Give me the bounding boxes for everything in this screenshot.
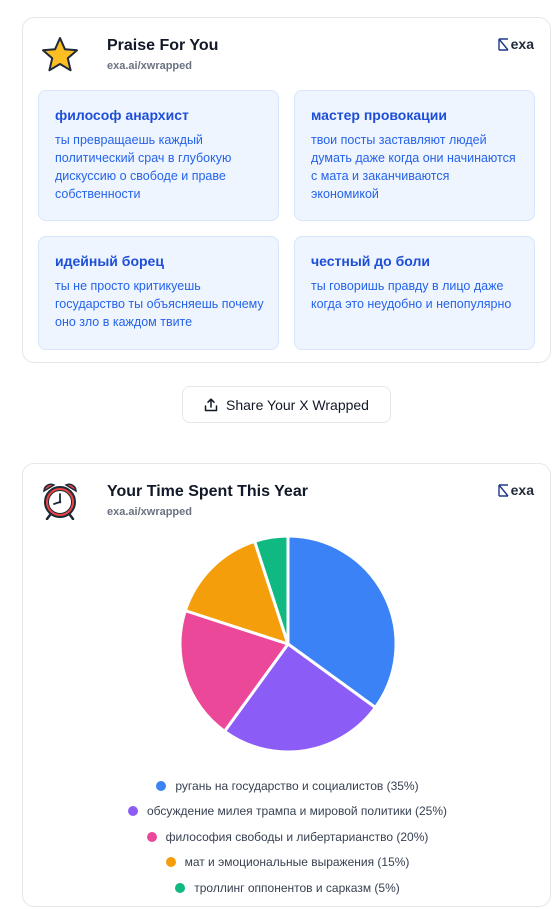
legend-label: философия свободы и либертарианство (20%… xyxy=(165,829,429,844)
legend-label: троллинг оппонентов и сарказм (5%) xyxy=(194,880,400,895)
legend-swatch xyxy=(146,831,157,842)
share-icon xyxy=(204,397,218,411)
star-icon xyxy=(42,37,78,72)
legend-label: обсуждение милея трампа и мировой полити… xyxy=(146,804,448,819)
legend-swatch xyxy=(127,806,138,817)
legend-item: обсуждение милея трампа и мировой полити… xyxy=(23,799,552,825)
praise-item: идейный борец ты не просто критикуешь го… xyxy=(38,236,279,350)
exa-logo-text: exa xyxy=(510,36,534,52)
exa-logo: exa xyxy=(497,36,534,52)
praise-grid: философ анархист ты превращаешь каждый п… xyxy=(38,90,536,352)
praise-item: мастер провокации твои посты заставляют … xyxy=(294,90,535,221)
pie-legend: ругань на государство и социалистов (35%… xyxy=(23,773,552,901)
praise-item: философ анархист ты превращаешь каждый п… xyxy=(38,90,279,221)
praise-item-text: ты не просто критикуешь государство ты о… xyxy=(55,279,264,329)
praise-item-title: философ анархист xyxy=(55,107,189,123)
praise-item-text: ты говоришь правду в лицо даже когда это… xyxy=(311,279,512,311)
praise-item-title: честный до боли xyxy=(311,253,430,269)
legend-item: философия свободы и либертарианство (20%… xyxy=(23,824,552,850)
time-pie-chart xyxy=(178,534,398,754)
praise-title: Praise For You xyxy=(107,37,219,54)
praise-item-text: твои посты заставляют людей думать даже … xyxy=(311,133,516,201)
legend-item: мат и эмоциональные выражения (15%) xyxy=(23,850,552,876)
praise-header: Praise For You exa.ai/xwrapped exa xyxy=(41,36,536,76)
legend-item: троллинг оппонентов и сарказм (5%) xyxy=(23,875,552,901)
praise-item-text: ты превращаешь каждый политический срач … xyxy=(55,133,232,201)
legend-swatch xyxy=(165,857,176,868)
legend-item: ругань на государство и социалистов (35%… xyxy=(23,773,552,799)
praise-card: Praise For You exa.ai/xwrapped exa филос… xyxy=(22,17,551,363)
legend-label: мат и эмоциональные выражения (15%) xyxy=(184,855,410,870)
share-button-label: Share Your X Wrapped xyxy=(226,396,369,413)
praise-item: честный до боли ты говоришь правду в лиц… xyxy=(294,236,535,350)
time-card: Your Time Spent This Year exa.ai/xwrappe… xyxy=(22,463,551,907)
legend-label: ругань на государство и социалистов (35%… xyxy=(175,778,419,793)
praise-subtitle: exa.ai/xwrapped xyxy=(107,60,192,72)
praise-item-title: идейный борец xyxy=(55,253,164,269)
legend-swatch xyxy=(156,780,167,791)
share-button[interactable]: Share Your X Wrapped xyxy=(182,386,391,423)
legend-swatch xyxy=(175,882,186,893)
praise-item-title: мастер провокации xyxy=(311,107,447,123)
exa-logo-icon xyxy=(497,37,509,51)
